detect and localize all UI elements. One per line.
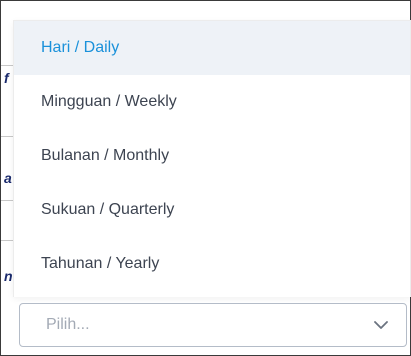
background-divider — [1, 136, 13, 137]
option-monthly[interactable]: Bulanan / Monthly — [14, 129, 410, 183]
option-yearly[interactable]: Tahunan / Yearly — [14, 237, 410, 291]
background-divider — [1, 65, 13, 66]
option-daily[interactable]: Hari / Daily — [14, 21, 410, 75]
background-divider — [1, 200, 13, 201]
option-quarterly[interactable]: Sukuan / Quarterly — [14, 183, 410, 237]
background-text-fragment: f — [4, 70, 9, 86]
background-divider — [1, 240, 13, 241]
chevron-down-icon — [374, 320, 388, 330]
frequency-select[interactable]: Pilih... — [19, 303, 407, 347]
option-weekly[interactable]: Mingguan / Weekly — [14, 75, 410, 129]
frequency-dropdown-menu: Hari / Daily Mingguan / Weekly Bulanan /… — [13, 20, 411, 297]
background-text-fragment: n — [4, 268, 13, 284]
background-text-fragment: a — [4, 170, 12, 186]
select-placeholder: Pilih... — [46, 316, 90, 333]
